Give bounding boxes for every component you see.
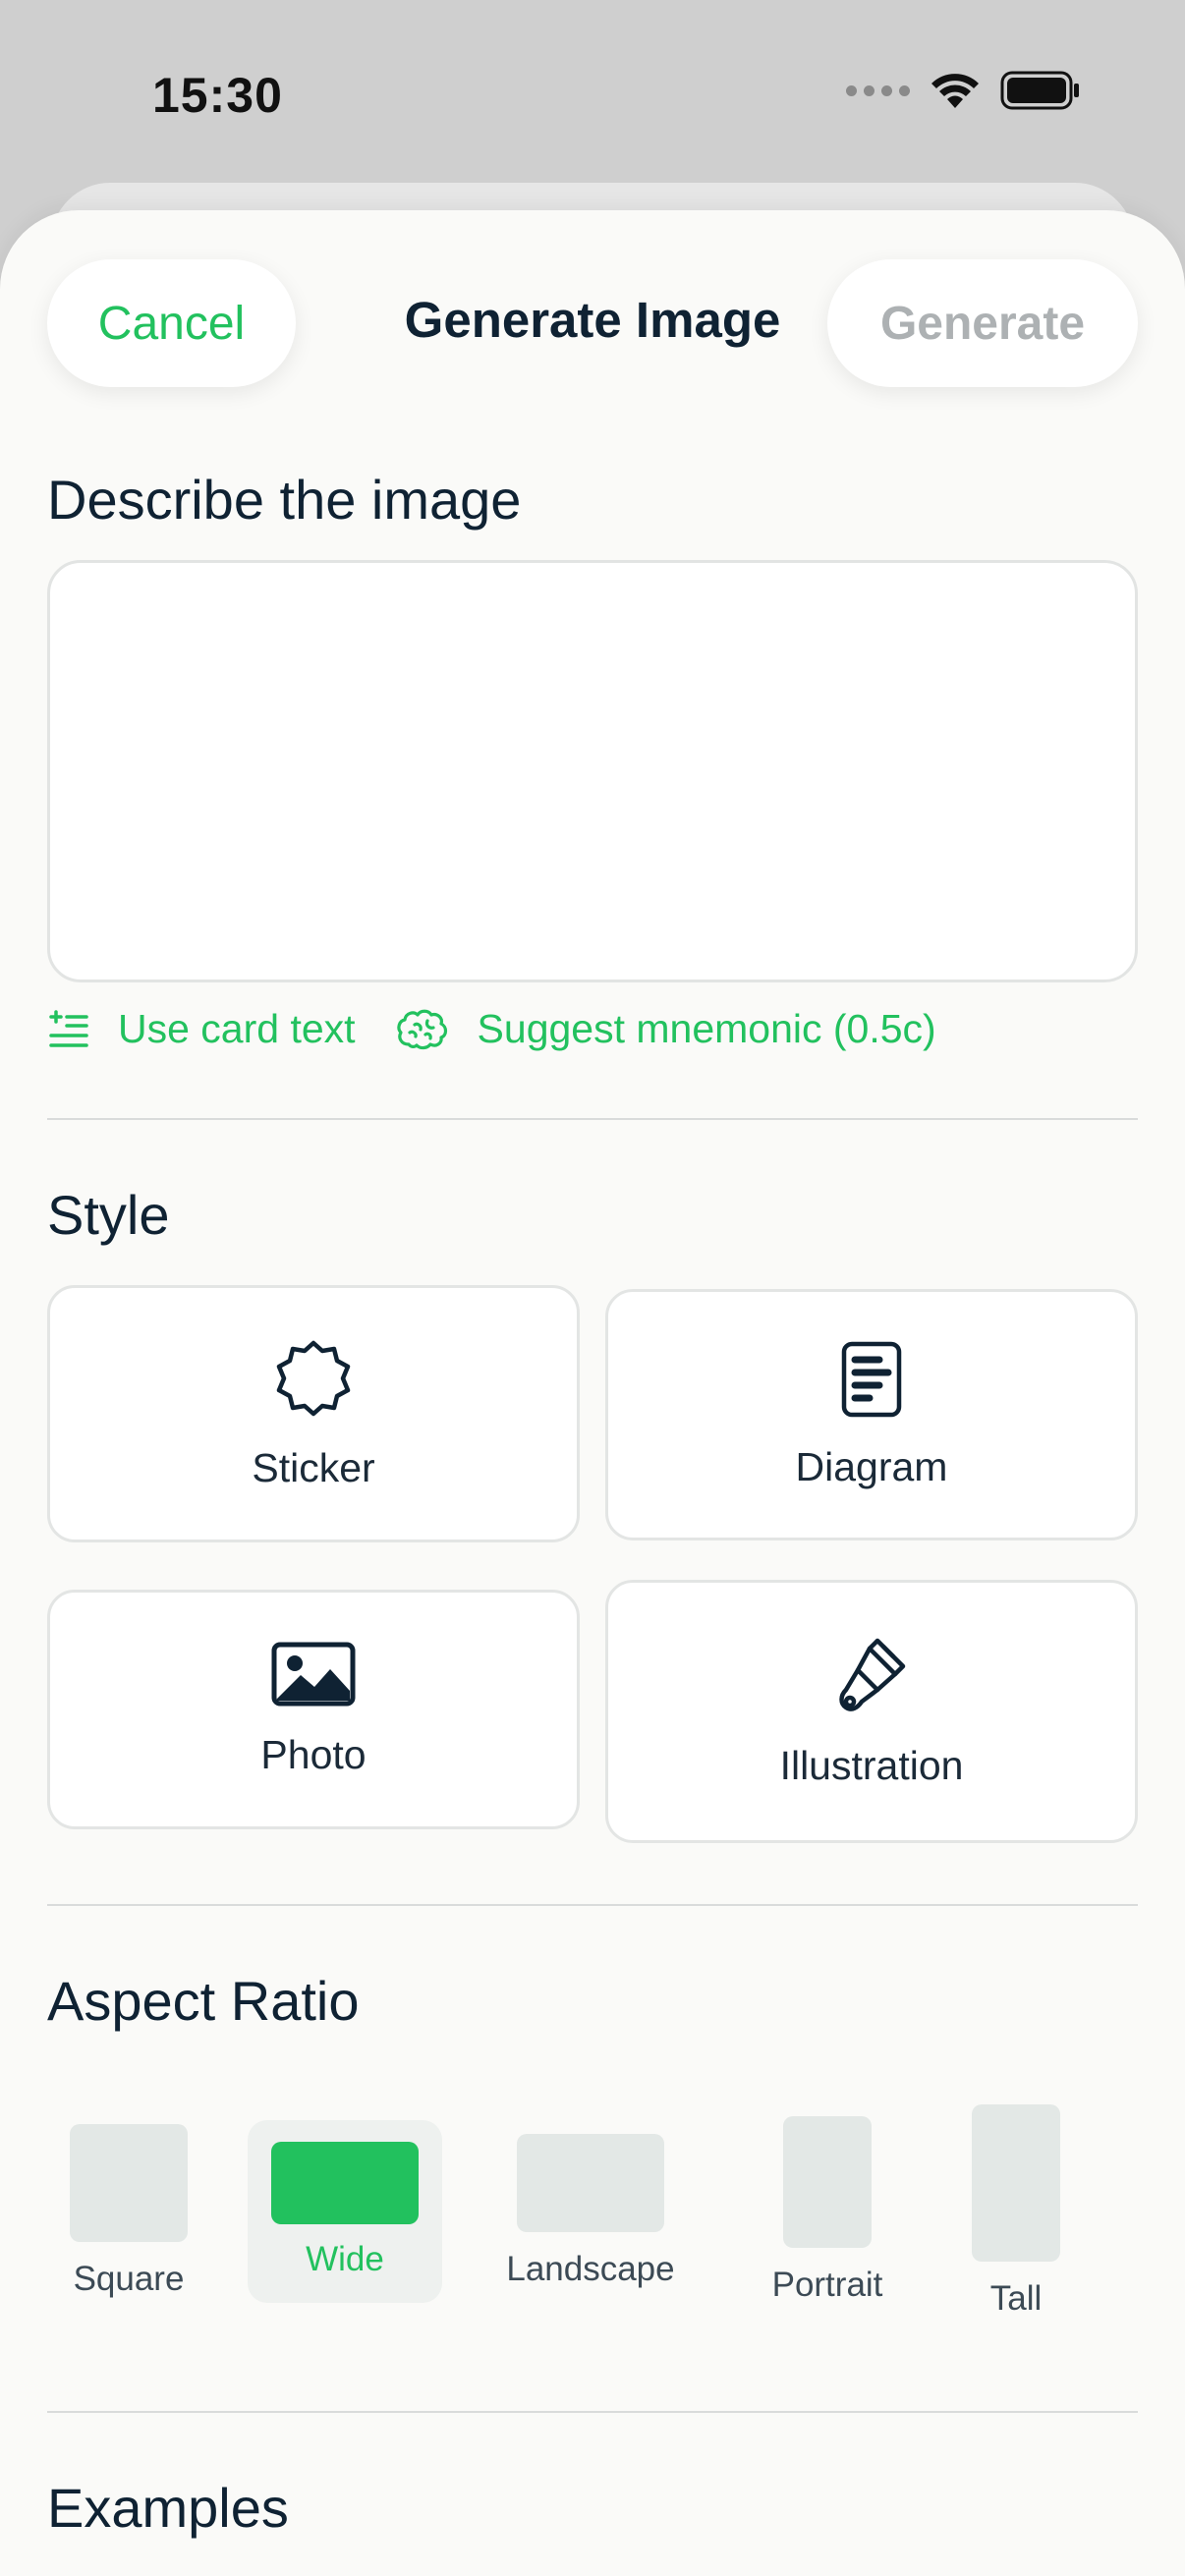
generate-image-sheet: Cancel Generate Image Generate Describe … bbox=[0, 210, 1185, 2576]
ratio-option-wide[interactable]: Wide bbox=[257, 2142, 432, 2279]
description-input[interactable] bbox=[47, 560, 1138, 982]
status-icons bbox=[846, 71, 1081, 110]
style-heading: Style bbox=[47, 1184, 170, 1246]
photo-icon bbox=[271, 1642, 356, 1706]
ratio-label-portrait: Portrait bbox=[771, 2266, 883, 2304]
style-label-photo: Photo bbox=[260, 1731, 367, 1777]
status-bar: 15:30 bbox=[0, 0, 1185, 187]
ratio-shape-landscape bbox=[517, 2134, 664, 2232]
style-option-sticker[interactable]: Sticker bbox=[47, 1285, 580, 1542]
ratio-option-tall[interactable]: Tall bbox=[947, 2104, 1085, 2319]
ratio-label-landscape: Landscape bbox=[506, 2250, 675, 2288]
ratio-option-square[interactable]: Square bbox=[57, 2124, 200, 2299]
ratio-shape-tall bbox=[972, 2104, 1060, 2262]
diagram-icon bbox=[841, 1341, 902, 1417]
cellular-signal-icon bbox=[846, 84, 910, 96]
battery-icon bbox=[1000, 71, 1079, 110]
ratio-option-landscape[interactable]: Landscape bbox=[485, 2134, 696, 2289]
use-card-text-button[interactable]: Use card text bbox=[47, 1006, 356, 1052]
style-label-diagram: Diagram bbox=[795, 1443, 948, 1489]
suggest-mnemonic-label: Suggest mnemonic (0.5c) bbox=[477, 1006, 936, 1051]
suggest-mnemonic-button[interactable]: Suggest mnemonic (0.5c) bbox=[395, 1006, 936, 1052]
status-time: 15:30 bbox=[152, 68, 283, 123]
divider bbox=[47, 1118, 1138, 1120]
wifi-icon bbox=[931, 74, 979, 108]
ratio-label-wide: Wide bbox=[306, 2240, 384, 2278]
ratio-label-square: Square bbox=[73, 2260, 185, 2298]
style-option-diagram[interactable]: Diagram bbox=[605, 1289, 1138, 1540]
examples-heading: Examples bbox=[47, 2477, 289, 2539]
style-label-sticker: Sticker bbox=[252, 1444, 375, 1490]
brush-icon bbox=[839, 1638, 906, 1711]
sticker-icon bbox=[276, 1340, 351, 1416]
ratio-shape-square bbox=[70, 2124, 188, 2242]
ratio-shape-wide bbox=[271, 2142, 419, 2224]
helper-actions: Use card text Suggest mnemonic (0.5c) bbox=[47, 1006, 936, 1052]
ratio-label-tall: Tall bbox=[989, 2279, 1043, 2318]
describe-heading: Describe the image bbox=[47, 469, 522, 531]
style-label-illustration: Illustration bbox=[779, 1742, 964, 1788]
card-text-icon bbox=[49, 1009, 88, 1047]
style-option-photo[interactable]: Photo bbox=[47, 1590, 580, 1829]
generate-button[interactable]: Generate bbox=[827, 259, 1138, 387]
use-card-text-label: Use card text bbox=[118, 1006, 356, 1051]
brain-icon bbox=[396, 1009, 447, 1049]
style-option-illustration[interactable]: Illustration bbox=[605, 1580, 1138, 1843]
ratio-option-portrait[interactable]: Portrait bbox=[751, 2116, 904, 2305]
divider bbox=[47, 1904, 1138, 1906]
divider bbox=[47, 2411, 1138, 2413]
aspect-ratio-heading: Aspect Ratio bbox=[47, 1970, 360, 2032]
ratio-shape-portrait bbox=[783, 2116, 872, 2248]
